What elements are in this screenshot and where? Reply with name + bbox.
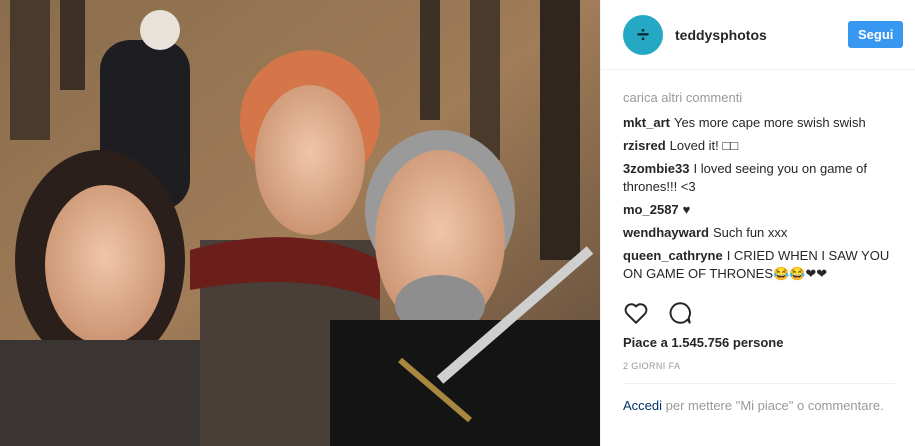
post-header: ÷ teddysphotos Segui xyxy=(601,0,915,70)
comment-user[interactable]: mo_2587 xyxy=(623,202,679,217)
comment-text: Such fun xxx xyxy=(712,225,788,240)
login-prompt: Accedi per mettere "Mi piace" o commenta… xyxy=(623,396,893,416)
login-text: per mettere "Mi piace" o commentare. xyxy=(662,398,884,413)
comment: 3zombie33 I loved seeing you on game of t… xyxy=(623,160,895,196)
comment-user[interactable]: rzisred xyxy=(623,138,666,153)
comment: mkt_art Yes more cape more swish swish xyxy=(623,114,895,132)
divider xyxy=(623,383,895,384)
comment-text: Yes more cape more swish swish xyxy=(673,115,866,130)
post-photo[interactable] xyxy=(0,0,600,446)
load-more-comments[interactable]: carica altri commenti xyxy=(623,90,895,105)
comment: wendhayward Such fun xxx xyxy=(623,224,895,242)
speech-bubble-icon[interactable] xyxy=(667,300,693,326)
username[interactable]: teddysphotos xyxy=(675,27,848,43)
post: ÷ teddysphotos Segui carica altri commen… xyxy=(0,0,915,446)
comment: mo_2587 ♥ xyxy=(623,201,895,219)
comment-user[interactable]: queen_cathryne xyxy=(623,248,723,263)
comment-user[interactable]: mkt_art xyxy=(623,115,670,130)
comment: rzisred Loved it! □□ xyxy=(623,137,895,155)
login-link[interactable]: Accedi xyxy=(623,398,662,413)
heart-icon[interactable] xyxy=(623,300,649,326)
comment-text: ♥ xyxy=(682,202,691,217)
comment: queen_cathryne I CRIED WHEN I SAW YOU ON … xyxy=(623,247,895,283)
comment-list: carica altri commenti mkt_art Yes more ca… xyxy=(601,70,915,283)
avatar[interactable]: ÷ xyxy=(623,14,663,55)
post-sidebar: ÷ teddysphotos Segui carica altri commen… xyxy=(600,0,915,446)
post-actions xyxy=(623,300,693,326)
like-count[interactable]: Piace a 1.545.756 persone xyxy=(623,335,783,350)
comment-text: Loved it! □□ xyxy=(669,138,739,153)
follow-button[interactable]: Segui xyxy=(848,21,903,48)
post-time: 2 GIORNI FA xyxy=(623,361,681,371)
comment-user[interactable]: 3zombie33 xyxy=(623,161,689,176)
comment-user[interactable]: wendhayward xyxy=(623,225,709,240)
